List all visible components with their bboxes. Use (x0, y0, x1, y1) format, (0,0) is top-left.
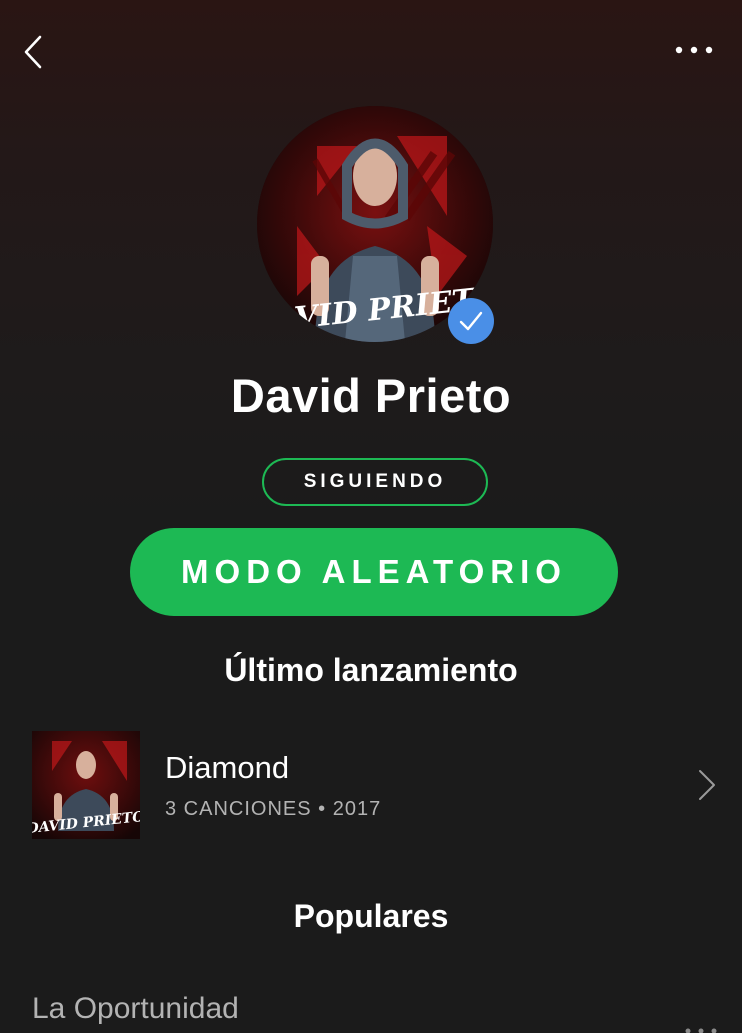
more-options-button[interactable] (672, 34, 716, 66)
track-title: La Oportunidad (32, 992, 239, 1025)
release-title: Diamond (165, 749, 290, 785)
chevron-right-icon (692, 765, 722, 805)
release-cover-art: DAVID PRIETO (32, 731, 140, 839)
more-horizontal-icon (675, 46, 713, 54)
more-horizontal-icon (685, 1028, 717, 1033)
verified-badge (448, 298, 494, 344)
checkmark-icon (459, 311, 483, 331)
chevron-left-icon (24, 35, 42, 69)
popular-heading: Populares (293, 898, 449, 934)
release-meta: 3 CANCIONES • 2017 (165, 797, 382, 820)
shuffle-play-button[interactable]: MODO ALEATORIO (130, 528, 618, 616)
back-button[interactable] (22, 30, 62, 74)
latest-release-heading: Último lanzamiento (224, 652, 518, 688)
artist-name: David Prieto (230, 369, 512, 422)
track-row[interactable]: La Oportunidad (32, 992, 722, 1033)
follow-button[interactable]: SIGUIENDO (262, 458, 488, 506)
latest-release-item[interactable]: DAVID PRIETO Diamond 3 CANCIONES • 2017 (32, 730, 722, 840)
track-more-button[interactable] (682, 992, 722, 1033)
